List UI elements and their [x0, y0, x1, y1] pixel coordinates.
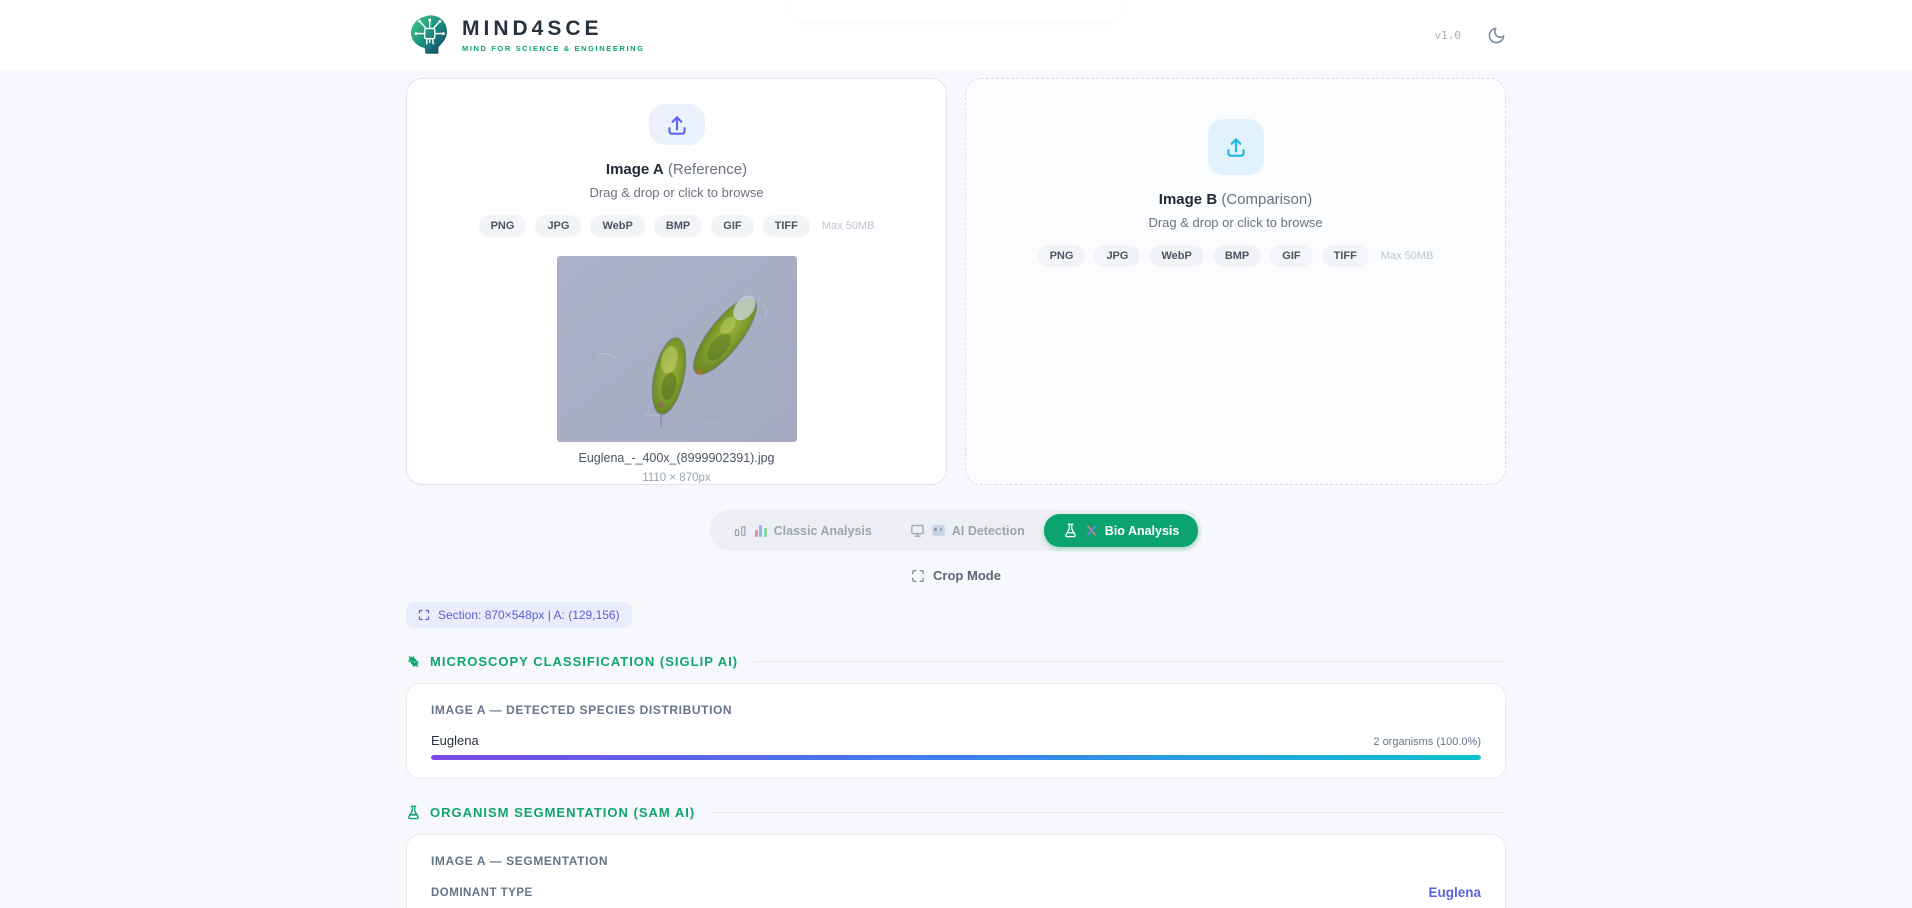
- segmentation-card: IMAGE A — SEGMENTATION DOMINANT TYPE Eug…: [406, 834, 1506, 908]
- tab-label: Classic Analysis: [774, 524, 872, 538]
- flask-icon: [1063, 523, 1078, 538]
- stat-label: DOMINANT TYPE: [431, 887, 533, 899]
- format-pill: TIFF: [763, 215, 810, 237]
- upload-icon: [664, 112, 690, 138]
- section-title: ORGANISM SEGMENTATION (SAM AI): [430, 805, 695, 820]
- crop-mode-toggle[interactable]: Crop Mode: [911, 568, 1001, 583]
- format-pill: PNG: [1038, 245, 1086, 267]
- crop-corners-icon: [911, 569, 925, 583]
- format-pill: GIF: [711, 215, 753, 237]
- species-row: Euglena 2 organisms (100.0%): [431, 733, 1481, 748]
- stat-value-dominant-type: Euglena: [1428, 885, 1481, 900]
- panel-b-formats: PNG JPG WebP BMP GIF TIFF Max 50MB: [1038, 245, 1434, 267]
- species-name: Euglena: [431, 733, 479, 748]
- toast-ghost: [791, 0, 1121, 22]
- species-count: 2 organisms (100.0%): [1373, 736, 1481, 748]
- file-dimensions: 1110 × 870px: [642, 472, 710, 484]
- upload-icon: [1223, 134, 1249, 160]
- format-pill: BMP: [1213, 245, 1261, 267]
- max-size-label: Max 50MB: [1381, 250, 1434, 262]
- selection-status-badge: Section: 870×548px | A: (129,156): [406, 602, 632, 628]
- chart-column-icon: [733, 523, 748, 538]
- file-name: Euglena_-_400x_(8999902391).jpg: [579, 451, 775, 465]
- micrograph-preview: [557, 256, 797, 442]
- theme-toggle-button[interactable]: [1487, 26, 1506, 45]
- brand-logo-icon: [406, 12, 452, 58]
- panel-b-subtitle: (Comparison): [1221, 191, 1312, 208]
- monitor-icon: [910, 523, 925, 538]
- format-pill: PNG: [479, 215, 527, 237]
- section-title: MICROSCOPY CLASSIFICATION (SIGLIP AI): [430, 654, 738, 669]
- format-pill: JPG: [1094, 245, 1140, 267]
- panel-a-formats: PNG JPG WebP BMP GIF TIFF Max 50MB: [479, 215, 875, 237]
- classification-card: IMAGE A — DETECTED SPECIES DISTRIBUTION …: [406, 683, 1506, 779]
- format-pill: WebP: [1149, 245, 1203, 267]
- tab-label: Bio Analysis: [1105, 524, 1180, 538]
- tab-label: AI Detection: [952, 524, 1025, 538]
- version-label: v1.0: [1435, 29, 1462, 42]
- dna-emoji-icon: [1085, 524, 1098, 537]
- segmentation-section-heading: ORGANISM SEGMENTATION (SAM AI): [406, 805, 1506, 820]
- tab-classic-analysis[interactable]: Classic Analysis: [714, 514, 891, 547]
- format-pill: BMP: [654, 215, 702, 237]
- robot-emoji-icon: [932, 525, 945, 536]
- brand-name: MIND4SCE: [462, 17, 645, 41]
- upload-icon-badge-a: [649, 104, 705, 145]
- panel-a-hint: Drag & drop or click to browse: [589, 185, 763, 200]
- card-title: IMAGE A — DETECTED SPECIES DISTRIBUTION: [431, 703, 1481, 717]
- crop-mode-label: Crop Mode: [933, 568, 1001, 583]
- classification-section-heading: MICROSCOPY CLASSIFICATION (SIGLIP AI): [406, 654, 1506, 669]
- brand: MIND4SCE MIND FOR SCIENCE & ENGINEERING: [406, 12, 645, 58]
- selection-status-text: Section: 870×548px | A: (129,156): [438, 608, 620, 622]
- upload-row: Image A (Reference) Drag & drop or click…: [406, 78, 1506, 485]
- format-pill: TIFF: [1322, 245, 1369, 267]
- panel-b-title: Image B (Comparison): [1159, 191, 1312, 208]
- flask-icon: [406, 805, 421, 820]
- upload-panel-image-b[interactable]: Image B (Comparison) Drag & drop or clic…: [965, 78, 1506, 485]
- panel-a-name: Image A: [606, 161, 664, 178]
- stat-row: DOMINANT TYPE Euglena: [431, 885, 1481, 900]
- upload-icon-badge-b: [1208, 119, 1264, 175]
- crop-corners-icon: [418, 609, 430, 621]
- card-title: IMAGE A — SEGMENTATION: [431, 854, 1481, 868]
- format-pill: GIF: [1270, 245, 1312, 267]
- format-pill: JPG: [535, 215, 581, 237]
- microbe-icon: [406, 654, 421, 669]
- distribution-bar: [431, 755, 1481, 760]
- analysis-mode-tabs: Classic Analysis AI Detection: [710, 510, 1203, 551]
- bar-chart-emoji-icon: [755, 525, 767, 537]
- distribution-track: [431, 755, 1481, 760]
- divider: [753, 661, 1506, 662]
- main-content: Image A (Reference) Drag & drop or click…: [406, 78, 1506, 908]
- panel-a-title: Image A (Reference): [606, 161, 747, 178]
- format-pill: WebP: [590, 215, 644, 237]
- moon-icon: [1487, 26, 1506, 45]
- upload-panel-image-a[interactable]: Image A (Reference) Drag & drop or click…: [406, 78, 947, 485]
- panel-a-subtitle: (Reference): [668, 161, 747, 178]
- tab-ai-detection[interactable]: AI Detection: [891, 514, 1044, 547]
- tab-bio-analysis[interactable]: Bio Analysis: [1044, 514, 1199, 547]
- panel-b-hint: Drag & drop or click to browse: [1148, 215, 1322, 230]
- max-size-label: Max 50MB: [822, 220, 875, 232]
- brand-tagline: MIND FOR SCIENCE & ENGINEERING: [462, 44, 645, 53]
- panel-b-name: Image B: [1159, 191, 1217, 208]
- divider: [710, 812, 1506, 813]
